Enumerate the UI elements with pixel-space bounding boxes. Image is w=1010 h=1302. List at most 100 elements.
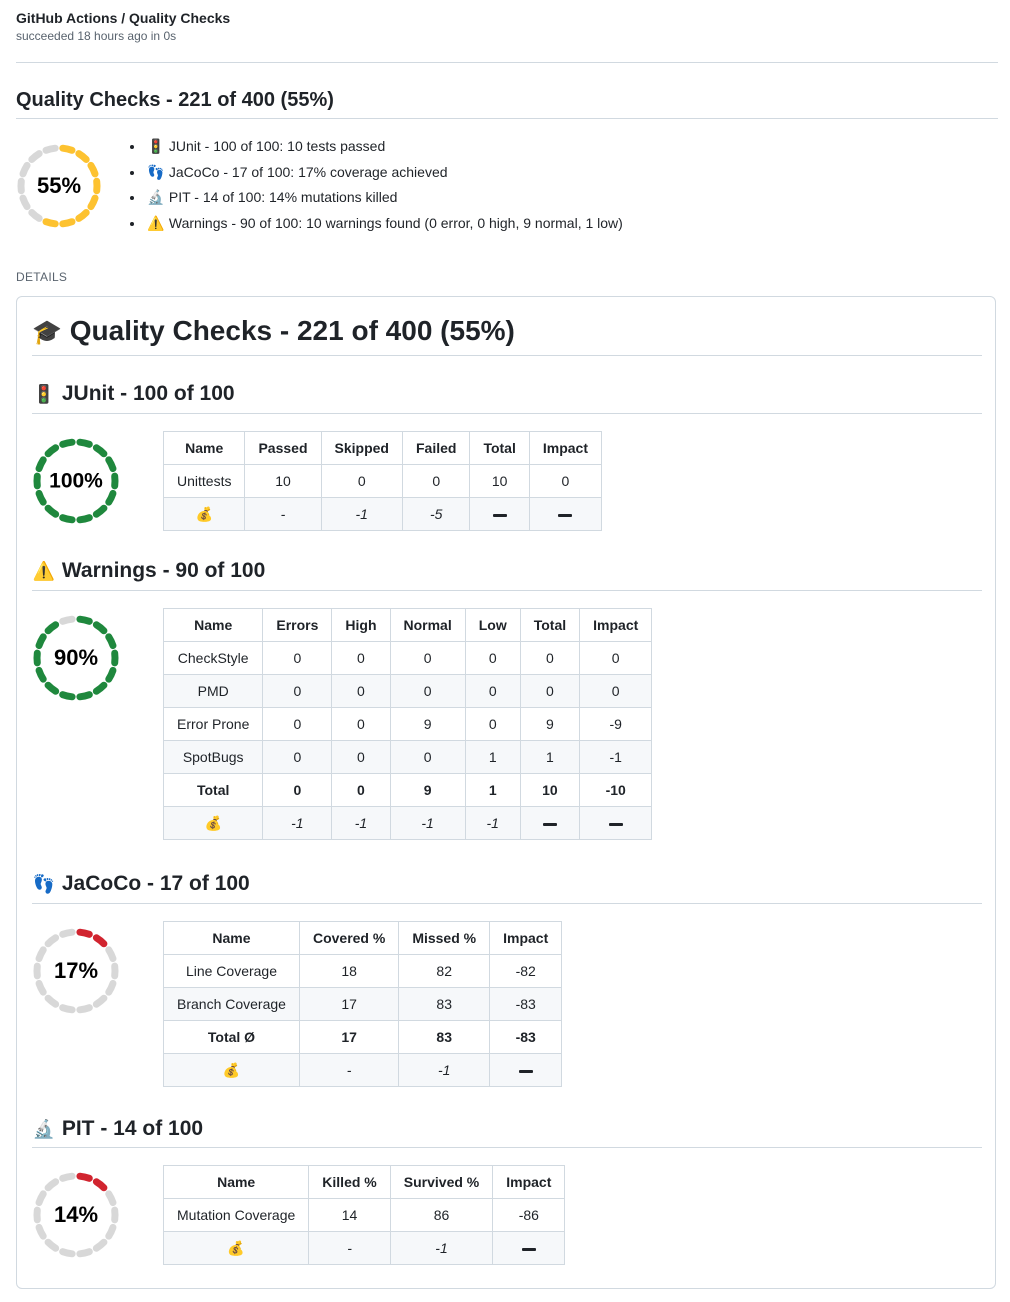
gauge-segment	[44, 444, 60, 458]
junit-progress-gauge: 100%	[32, 437, 120, 525]
gauge-segment	[92, 621, 108, 635]
table-cell: 0	[389, 740, 466, 774]
list-item: 🚦 JUnit - 100 of 100: 10 tests passed	[145, 134, 623, 160]
money-bag-icon: 💰	[227, 1240, 245, 1257]
details-title-text: Quality Checks - 221 of 400 (55%)	[69, 315, 515, 346]
gauge-segment	[35, 456, 47, 473]
table-impact-row: 💰 - -1	[162, 1231, 566, 1265]
table-cell: -1	[389, 806, 466, 840]
table-cell: 1	[464, 740, 521, 774]
gauge-segment	[35, 1190, 47, 1207]
table-cell: 14	[308, 1198, 391, 1232]
gauge-segment	[35, 489, 47, 506]
table-cell: -1	[262, 806, 333, 840]
table-cell: 1	[519, 740, 581, 774]
gauge-segment	[28, 209, 43, 222]
warning-icon: ⚠️	[147, 216, 165, 233]
gauge-segment	[59, 1248, 76, 1258]
gauge-segment	[76, 1172, 93, 1182]
check-run-title[interactable]: GitHub Actions / Quality Checks	[16, 9, 230, 27]
list-item-text: JaCoCo - 17 of 100: 17% coverage achieve…	[168, 163, 448, 180]
gauge-segment	[44, 621, 60, 635]
column-header: Impact	[492, 1165, 566, 1199]
gauge-segment	[76, 615, 93, 625]
gauge-segment	[35, 666, 47, 683]
gauge-segment	[76, 1004, 93, 1014]
table-header-row: Name Errors High Normal Low Total Impact	[162, 608, 653, 642]
table-cell	[579, 806, 653, 840]
list-item-text: PIT - 14 of 100: 14% mutations killed	[168, 189, 398, 206]
table-cell	[528, 497, 602, 531]
gauge-segment	[105, 456, 117, 473]
money-bag-icon: 💰	[204, 815, 222, 832]
table-header-row: Name Covered % Missed % Impact	[163, 921, 563, 955]
gauge-segment	[59, 615, 76, 625]
column-header: Skipped	[320, 431, 403, 465]
table-cell: Total Ø	[163, 1020, 300, 1054]
jacoco-table: Name Covered % Missed % Impact Line Coverage…	[163, 921, 563, 1087]
list-item: ⚠️ Warnings - 90 of 100: 10 warnings fou…	[145, 211, 623, 237]
footprints-icon: 👣	[32, 874, 56, 895]
gauge-segment	[19, 161, 31, 178]
table-cell: 82	[398, 954, 491, 988]
check-run-header: GitHub Actions / Quality Checks succeede…	[16, 9, 230, 45]
table-cell: 0	[262, 707, 333, 741]
gauge-label: 55%	[37, 173, 81, 198]
gauge-label: 14%	[54, 1202, 98, 1227]
table-cell: 10	[244, 464, 322, 498]
table-cell: -10	[579, 773, 653, 807]
gauge-segment	[87, 194, 99, 211]
column-header: Name	[163, 921, 300, 955]
table-cell: 0	[331, 641, 391, 675]
column-header: Passed	[244, 431, 322, 465]
column-header: Impact	[489, 921, 563, 955]
dash-icon	[518, 1069, 533, 1073]
warnings-divider	[32, 590, 982, 591]
list-item-text: Warnings - 90 of 100: 10 warnings found …	[168, 215, 623, 232]
dash-icon	[608, 822, 623, 826]
table-cell: -1	[579, 740, 653, 774]
section-heading-text: JUnit - 100 of 100	[61, 382, 235, 405]
table-cell: SpotBugs	[162, 740, 264, 774]
table-cell: 💰	[162, 806, 264, 840]
table-row: Error Prone 0 0 9 0 9 -9	[162, 707, 653, 741]
gauge-segment	[92, 444, 108, 458]
column-header: Name	[162, 1165, 310, 1199]
table-cell: 0	[262, 773, 333, 807]
gauge-segment	[59, 1172, 76, 1182]
table-cell: 0	[262, 674, 333, 708]
gauge-segment	[105, 1190, 117, 1207]
column-header: Name	[162, 608, 264, 642]
gauge-segment	[28, 150, 43, 163]
table-cell: 0	[464, 674, 521, 708]
table-cell: 0	[528, 464, 602, 498]
check-run-status: succeeded 18 hours ago in 0s	[16, 29, 177, 43]
table-cell: -	[298, 1053, 400, 1087]
table-total-row: Total 0 0 9 1 10 -10	[162, 773, 653, 807]
table-cell: 0	[519, 641, 581, 675]
summary-divider	[16, 118, 998, 119]
table-cell: -5	[401, 497, 471, 531]
table-cell: 86	[389, 1198, 494, 1232]
table-cell: 18	[298, 954, 400, 988]
gauge-segment	[44, 504, 60, 518]
table-cell: -1	[398, 1053, 491, 1087]
dash-icon	[558, 513, 573, 517]
table-cell: 0	[331, 674, 391, 708]
money-bag-icon: 💰	[222, 1062, 241, 1079]
gauge-segment	[35, 979, 47, 996]
table-cell	[492, 1231, 566, 1265]
gauge-segment	[92, 1238, 108, 1252]
column-header: Name	[162, 431, 246, 465]
table-cell: -1	[331, 806, 391, 840]
table-cell: 0	[331, 740, 391, 774]
pit-divider	[32, 1147, 982, 1148]
list-item-text: JUnit - 100 of 100: 10 tests passed	[168, 138, 386, 154]
footprints-icon: 👣	[147, 164, 165, 181]
table-cell: 0	[262, 740, 333, 774]
table-cell: 0	[579, 674, 653, 708]
table-row: PMD 0 0 0 0 0 0	[162, 674, 653, 708]
gauge-segment	[44, 1178, 60, 1192]
gauge-segment	[92, 504, 108, 518]
table-row: Unittests 10 0 0 10 0	[162, 464, 602, 498]
